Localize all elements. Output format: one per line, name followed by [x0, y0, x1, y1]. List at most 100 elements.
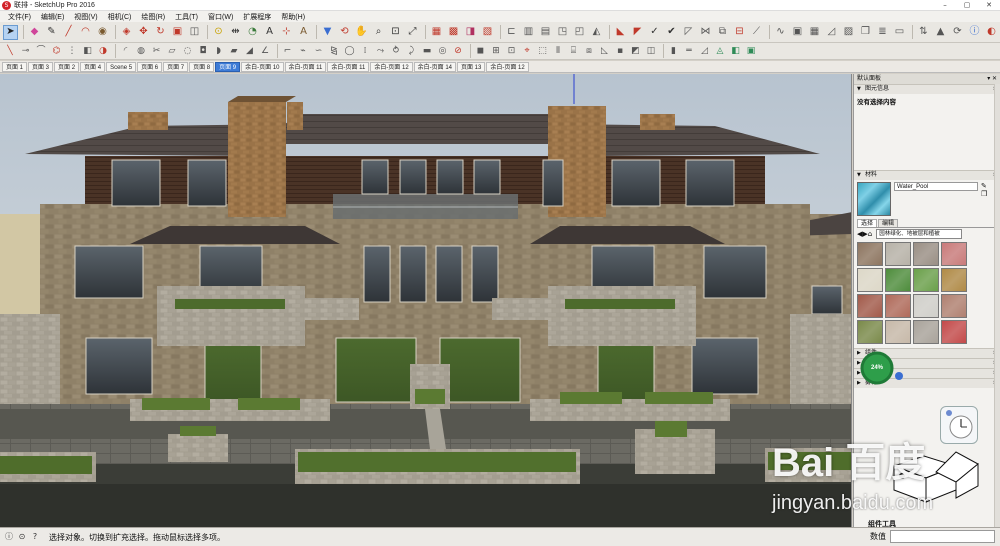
column-icon[interactable]: ▮	[667, 45, 681, 58]
beam-icon[interactable]: ═	[682, 45, 696, 58]
home-icon[interactable]: ⌂	[868, 230, 872, 238]
maximize-button[interactable]: ▢	[956, 0, 978, 11]
material-swatch[interactable]	[941, 294, 967, 318]
scene-tab[interactable]: 页面 1	[2, 61, 28, 72]
component-icon[interactable]: ▧	[480, 25, 495, 40]
dash-icon[interactable]: ⌁	[296, 45, 310, 58]
material-name-field[interactable]: Water_Pool	[894, 182, 978, 191]
ladder-icon[interactable]: ⌸	[567, 45, 581, 58]
material-swatch[interactable]	[885, 242, 911, 266]
materials-header[interactable]: ▼ 材料 ✕	[854, 170, 1000, 180]
plane-icon[interactable]: ▰	[227, 45, 241, 58]
scene-tab[interactable]: 余白-页面 11	[284, 61, 327, 72]
menu-item[interactable]: 文件(F)	[3, 12, 36, 22]
roof-icon[interactable]: ◭	[589, 25, 604, 40]
panel-icon[interactable]: ◩	[629, 45, 643, 58]
shell-icon[interactable]: ◍	[134, 45, 148, 58]
soften-icon[interactable]: ◑	[96, 45, 110, 58]
thumb-icon[interactable]: ▭	[892, 25, 907, 40]
green-cube-icon[interactable]: ◧	[729, 45, 743, 58]
material-library-dropdown[interactable]: 园林绿化、地被层和植被	[876, 229, 963, 239]
zoom-window-icon[interactable]: ⊡	[388, 25, 403, 40]
select-arrow-icon[interactable]: ➤	[3, 24, 18, 40]
rotate-icon[interactable]: ↻	[153, 25, 168, 40]
layout-icon[interactable]: ◨	[463, 25, 478, 40]
weld-icon[interactable]: ⌬	[50, 45, 64, 58]
menu-item[interactable]: 工具(T)	[170, 12, 203, 22]
menu-item[interactable]: 视图(V)	[69, 12, 102, 22]
plugin-curve-icon[interactable]: ∿	[773, 25, 788, 40]
twist-icon[interactable]: ⥁	[389, 45, 403, 58]
block-icon[interactable]: ▪	[613, 45, 627, 58]
entity-info-header[interactable]: ▼ 图元信息 ✕	[854, 84, 1000, 94]
orbit-icon[interactable]: ⟲	[337, 25, 352, 40]
menu-item[interactable]: 扩展程序	[238, 12, 276, 22]
angle-icon[interactable]: ∠	[258, 45, 272, 58]
tab-edit[interactable]: 编辑	[878, 219, 899, 227]
create-material-icon[interactable]: ✎	[981, 182, 987, 190]
material-swatch[interactable]	[941, 320, 967, 344]
tray-controls[interactable]: ▾ ✕	[987, 74, 1000, 84]
window-tool-icon[interactable]: ◰	[572, 25, 587, 40]
scene-tab[interactable]: 页面 6	[137, 61, 163, 72]
green-box-icon[interactable]: ▣	[744, 45, 758, 58]
scale-icon[interactable]: ▣	[170, 25, 185, 40]
extrude-icon[interactable]: ▲	[933, 25, 948, 40]
menu-item[interactable]: 绘图(R)	[136, 12, 170, 22]
scene-tab[interactable]: 余白-页面 11	[327, 61, 370, 72]
flatten-icon[interactable]: ▬	[420, 45, 434, 58]
material-swatch[interactable]	[857, 268, 883, 292]
split-icon[interactable]: ⊟	[732, 25, 747, 40]
scene-tab[interactable]: 页面 8	[189, 61, 215, 72]
extension-warehouse-icon[interactable]: ▩	[446, 25, 461, 40]
join-icon[interactable]: ⋈	[698, 25, 713, 40]
scene-tab[interactable]: 页面 3	[28, 61, 54, 72]
hole-icon[interactable]: ◯	[343, 45, 357, 58]
tape-measure-icon[interactable]: ⊙	[211, 25, 226, 40]
material-swatch[interactable]	[913, 242, 939, 266]
stairs2-icon[interactable]: ◿	[824, 25, 839, 40]
geo-location-icon[interactable]: ⊙	[17, 532, 27, 542]
taper-icon[interactable]: ◢	[243, 45, 257, 58]
measurements-input[interactable]	[890, 530, 995, 543]
stack-icon[interactable]: ⧈	[582, 45, 596, 58]
scene-tab[interactable]: 余白-页面 10	[241, 61, 284, 72]
array-icon[interactable]: ⁞	[358, 45, 372, 58]
box-icon[interactable]: ▣	[790, 25, 805, 40]
frame-icon[interactable]: ⊡	[505, 45, 519, 58]
menu-item[interactable]: 相机(C)	[103, 12, 137, 22]
divide-icon[interactable]: ⋮	[65, 45, 79, 58]
text-icon[interactable]: A	[262, 25, 277, 40]
check2-icon[interactable]: ✔	[664, 25, 679, 40]
minimize-button[interactable]: –	[934, 0, 956, 11]
check-icon[interactable]: ✓	[647, 25, 662, 40]
line2-icon[interactable]: ╲	[3, 45, 17, 58]
3d-warehouse-icon[interactable]: ▦	[429, 25, 444, 40]
menu-item[interactable]: 编辑(E)	[36, 12, 69, 22]
cut-icon[interactable]: ✂	[150, 45, 164, 58]
terrain-icon[interactable]: ◬	[713, 45, 727, 58]
scene-tab[interactable]: 余白-页面 12	[486, 61, 529, 72]
tile-icon[interactable]: ⊞	[489, 45, 503, 58]
move-icon[interactable]: ✥	[136, 25, 151, 40]
loft-icon[interactable]: ⧉	[715, 25, 730, 40]
plugin-red2-icon[interactable]: ◤	[630, 25, 645, 40]
arc-icon[interactable]: ◠	[78, 25, 93, 40]
default-material-icon[interactable]: ❒	[981, 190, 987, 198]
scene-tab[interactable]: 页面 13	[457, 61, 486, 72]
material-swatch[interactable]	[913, 294, 939, 318]
curve-icon[interactable]: ∽	[312, 45, 326, 58]
close-button[interactable]: ✕	[978, 0, 1000, 11]
slice-icon[interactable]: ⊘	[451, 45, 465, 58]
flip-icon[interactable]: ⇅	[916, 25, 931, 40]
pencil-icon[interactable]: ✎	[44, 25, 59, 40]
material-swatch[interactable]	[913, 320, 939, 344]
pan-icon[interactable]: ✋	[354, 25, 369, 40]
path-icon[interactable]: ⤳	[374, 45, 388, 58]
mirror-icon[interactable]: ⧎	[327, 45, 341, 58]
scene-tab[interactable]: 余白-页面 14	[413, 61, 456, 72]
scene-tab[interactable]: 余白-页面 12	[370, 61, 413, 72]
scene-tab[interactable]: 页面 7	[163, 61, 189, 72]
connect-icon[interactable]: ⊸	[19, 45, 33, 58]
material-swatch[interactable]	[885, 320, 911, 344]
